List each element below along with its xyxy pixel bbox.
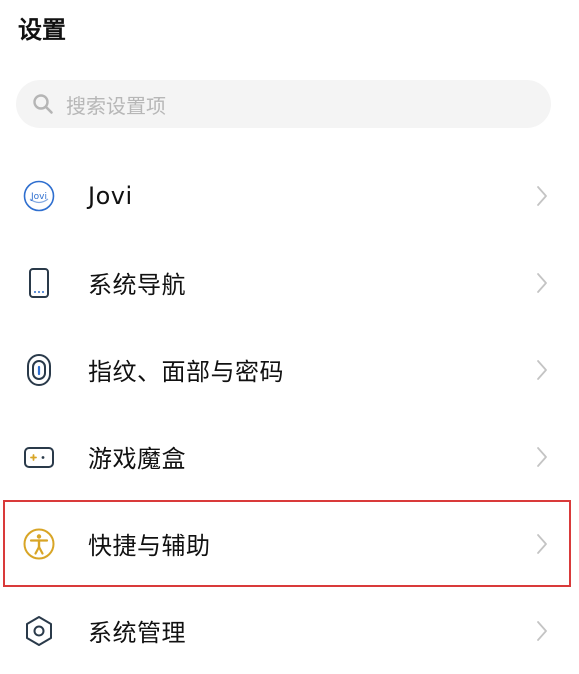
search-icon bbox=[33, 94, 53, 114]
chevron-right-icon bbox=[537, 185, 547, 206]
settings-list: Jovi Jovi 系统导航 指纹、面部与密码 游戏魔盒 快捷与辅助 系统管理 bbox=[0, 152, 579, 674]
settings-item-system-management[interactable]: 系统管理 bbox=[0, 587, 579, 674]
accessibility-icon bbox=[20, 525, 58, 563]
search-placeholder: 搜索设置项 bbox=[66, 93, 166, 118]
chevron-right-icon bbox=[537, 359, 547, 380]
jovi-icon: Jovi bbox=[20, 177, 58, 215]
chevron-right-icon bbox=[537, 446, 547, 467]
chevron-right-icon bbox=[537, 272, 547, 293]
settings-item-label: Jovi bbox=[88, 181, 133, 210]
settings-item-label: 游戏魔盒 bbox=[88, 445, 186, 473]
chevron-right-icon bbox=[537, 620, 547, 641]
settings-item-label: 系统管理 bbox=[88, 619, 186, 647]
phone-navigation-icon bbox=[20, 264, 58, 302]
search-bar[interactable]: 搜索设置项 bbox=[16, 80, 551, 128]
chevron-right-icon bbox=[537, 533, 547, 554]
settings-item-label: 指纹、面部与密码 bbox=[88, 358, 284, 386]
settings-item-jovi[interactable]: Jovi Jovi bbox=[0, 152, 579, 239]
settings-item-shortcuts-accessibility[interactable]: 快捷与辅助 bbox=[3, 500, 571, 587]
settings-item-fingerprint-face-password[interactable]: 指纹、面部与密码 bbox=[0, 326, 579, 413]
settings-item-label: 快捷与辅助 bbox=[88, 532, 211, 560]
jovi-icon-text: Jovi bbox=[30, 192, 47, 202]
settings-item-game-box[interactable]: 游戏魔盒 bbox=[0, 413, 579, 500]
fingerprint-icon bbox=[20, 351, 58, 389]
system-management-icon bbox=[20, 612, 58, 650]
game-box-icon bbox=[20, 438, 58, 476]
page-title: 设置 bbox=[18, 16, 66, 44]
settings-item-label: 系统导航 bbox=[88, 271, 186, 299]
settings-item-system-navigation[interactable]: 系统导航 bbox=[0, 239, 579, 326]
